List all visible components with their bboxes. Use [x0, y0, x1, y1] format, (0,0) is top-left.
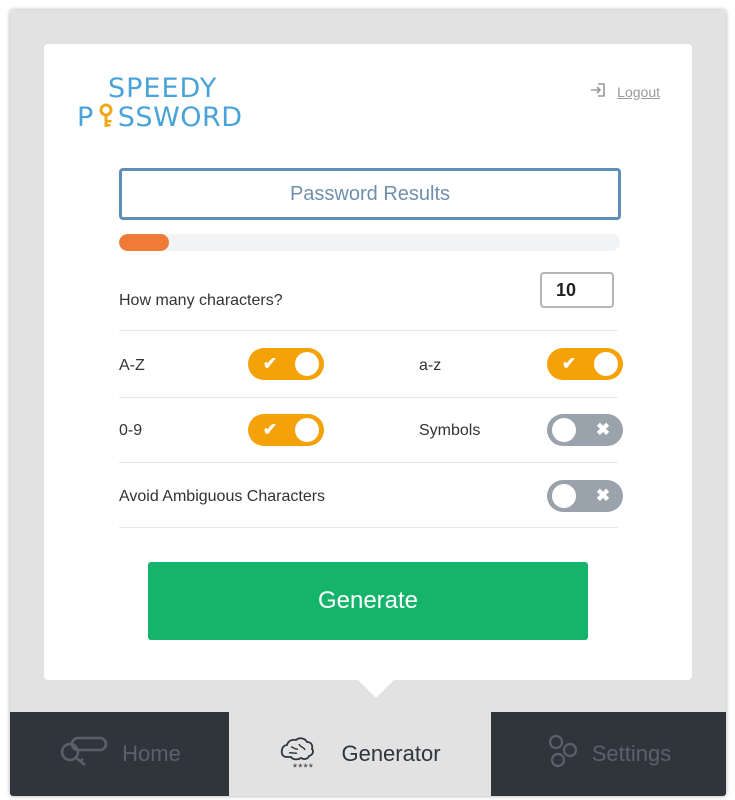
- symbols-label: Symbols: [419, 422, 481, 439]
- tab-settings-label: Settings: [591, 741, 672, 766]
- tab-home[interactable]: Home: [10, 712, 229, 796]
- digits-toggle[interactable]: ✔: [248, 414, 324, 446]
- strength-bar-fill: [119, 234, 170, 251]
- avoid-ambiguous-label: Avoid Ambiguous Characters: [119, 488, 326, 505]
- digits-symbols-row: 0-9 Symbols: [119, 398, 618, 463]
- logout-link[interactable]: Logout: [589, 82, 660, 101]
- uppercase-toggle[interactable]: ✔: [248, 348, 324, 380]
- symbols-toggle[interactable]: ✖: [547, 414, 623, 446]
- logo-letters-ssword: SSWORD: [117, 102, 243, 133]
- active-tab-pointer: [358, 680, 394, 698]
- strength-bar: [119, 234, 620, 251]
- logout-icon: [589, 82, 607, 101]
- tab-generator-label: Generator: [341, 741, 441, 766]
- length-label: How many characters?: [119, 292, 283, 309]
- settings-bubbles-icon: [546, 733, 592, 775]
- toggle-knob: [594, 352, 618, 376]
- speedy-password-logo: SPEEDY P SSWORD: [77, 75, 243, 132]
- generator-card: SPEEDY P SSWORD Logout Password Results H…: [44, 44, 692, 680]
- digits-label: 0-9: [119, 422, 143, 439]
- toggle-mark-icon: ✔: [262, 420, 278, 439]
- password-results-field[interactable]: Password Results: [119, 168, 621, 220]
- bottom-tab-bar: Home **** Generator Settings: [10, 712, 726, 796]
- toggle-mark-icon: ✔: [561, 354, 577, 373]
- lowercase-label: a-z: [419, 357, 442, 374]
- toggle-mark-icon: ✔: [262, 354, 278, 373]
- generator-dots: ****: [292, 762, 315, 774]
- toggle-knob: [295, 352, 319, 376]
- logo-line-2: P SSWORD: [77, 103, 243, 132]
- tab-settings[interactable]: Settings: [491, 712, 726, 796]
- toggle-knob: [295, 418, 319, 442]
- keys-icon: [58, 734, 122, 774]
- generate-button[interactable]: Generate: [148, 562, 588, 640]
- toggle-knob: [552, 418, 576, 442]
- lowercase-toggle[interactable]: ✔: [547, 348, 623, 380]
- brain-icon: ****: [279, 735, 327, 774]
- length-input[interactable]: 10: [540, 272, 614, 308]
- logout-label: Logout: [617, 83, 660, 100]
- logo-letter-p: P: [77, 102, 94, 133]
- password-results-placeholder: Password Results: [289, 182, 451, 205]
- app-frame: SPEEDY P SSWORD Logout Password Results H…: [10, 10, 726, 796]
- avoid-ambiguous-toggle[interactable]: ✖: [547, 480, 623, 512]
- logo-line-1: SPEEDY: [108, 73, 218, 104]
- tab-home-label: Home: [122, 741, 181, 766]
- case-options-row: A-Z a-z: [119, 331, 618, 398]
- uppercase-label: A-Z: [119, 357, 145, 374]
- key-icon: [94, 102, 118, 133]
- toggle-knob: [552, 484, 576, 508]
- avoid-ambiguous-row: Avoid Ambiguous Characters: [119, 463, 618, 528]
- toggle-mark-icon: ✖: [595, 420, 611, 439]
- tab-generator[interactable]: **** Generator: [229, 712, 491, 796]
- toggle-mark-icon: ✖: [595, 486, 611, 505]
